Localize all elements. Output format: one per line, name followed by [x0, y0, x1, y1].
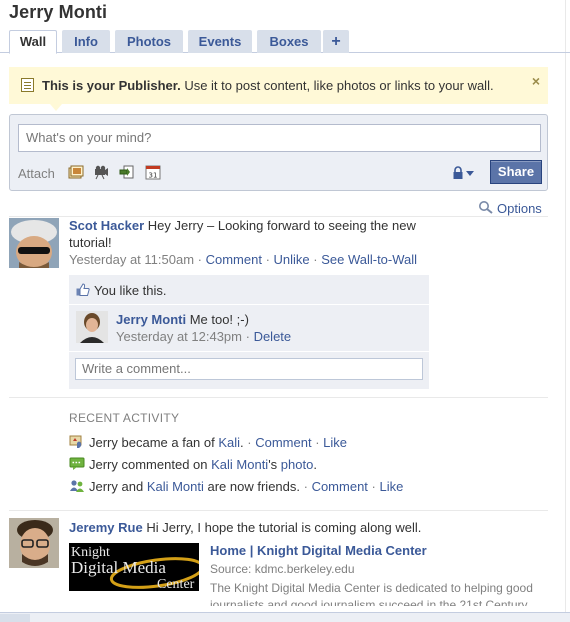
- notice-pointer: [50, 104, 62, 111]
- publisher-notice-text: This is your Publisher. Use it to post c…: [42, 78, 494, 93]
- note-icon: [21, 78, 34, 92]
- add-tab-button[interactable]: +: [323, 30, 349, 53]
- comment-time: Yesterday at 12:43pm: [116, 329, 242, 344]
- post-body: Jeremy Rue Hi Jerry, I hope the tutorial…: [69, 519, 549, 536]
- comment-item: Jerry Monti Me too! ;-) Yesterday at 12:…: [69, 305, 429, 351]
- avatar[interactable]: [76, 311, 108, 343]
- magnifier-icon: [479, 201, 493, 214]
- meta-sep: ·: [300, 479, 312, 494]
- tab-boxes[interactable]: Boxes: [257, 30, 321, 53]
- comment-link[interactable]: Comment: [255, 435, 311, 450]
- link-thumbnail[interactable]: Knight Digital Media Center: [69, 543, 199, 591]
- comment-input[interactable]: Write a comment...: [75, 358, 423, 380]
- activity-text: are now friends.: [203, 479, 301, 494]
- attach-label: Attach: [18, 166, 55, 181]
- share-button[interactable]: Share: [490, 160, 542, 184]
- avatar[interactable]: [9, 218, 59, 268]
- publisher-notice: This is your Publisher. Use it to post c…: [9, 67, 548, 104]
- page-edge-divider: [565, 0, 566, 612]
- kdmc-logo-line3: Center: [157, 577, 195, 591]
- story-separator: [9, 397, 548, 398]
- publisher-notice-body: Use it to post content, like photos or l…: [180, 78, 494, 93]
- photo-icon[interactable]: [68, 165, 84, 180]
- comment-body: Jerry Monti Me too! ;-): [116, 312, 249, 327]
- activity-text: Jerry commented on: [89, 457, 212, 472]
- post-text-line1: Hey Jerry – Looking forward to seeing th…: [144, 218, 416, 233]
- kdmc-logo-line2: Digital Media: [71, 558, 166, 577]
- meta-sep: ·: [309, 252, 322, 267]
- activity-item: Jerry commented on Kali Monti's photo.: [69, 457, 317, 472]
- kdmc-logo: Knight Digital Media Center: [69, 543, 199, 591]
- delete-link[interactable]: Delete: [254, 329, 292, 344]
- bottom-chat-bar: [0, 612, 570, 622]
- meta-sep: ·: [194, 252, 206, 267]
- post-body: Scot Hacker Hey Jerry – Looking forward …: [69, 217, 449, 251]
- post-time: Yesterday at 11:50am: [69, 252, 195, 267]
- shared-link-title[interactable]: Home | Knight Digital Media Center: [210, 543, 427, 558]
- like-link[interactable]: Like: [379, 479, 403, 494]
- avatar[interactable]: [9, 518, 59, 568]
- event-icon-day: 31: [149, 172, 158, 180]
- scot-hacker-photo: [9, 218, 59, 268]
- jeremy-rue-photo: [9, 518, 59, 568]
- post-author-link[interactable]: Scot Hacker: [69, 218, 144, 233]
- comment-meta: Yesterday at 12:43pm · Delete: [116, 329, 291, 344]
- comment-author-link[interactable]: Jerry Monti: [116, 312, 186, 327]
- thumbs-up-icon: [76, 283, 90, 296]
- tab-photos[interactable]: Photos: [115, 30, 183, 53]
- status-input[interactable]: What's on your mind?: [18, 124, 541, 152]
- meta-sep: ·: [311, 435, 324, 450]
- activity-item: Jerry became a fan of Kali. · Comment · …: [69, 435, 347, 450]
- post-author-link[interactable]: Jeremy Rue: [69, 520, 143, 535]
- meta-sep: ·: [367, 479, 380, 494]
- likes-text: You like this.: [94, 283, 167, 298]
- options-link[interactable]: Options: [497, 201, 542, 216]
- recent-activity-heading: RECENT ACTIVITY: [69, 411, 180, 425]
- tab-events[interactable]: Events: [188, 30, 252, 53]
- shared-link-source: Source: kdmc.berkeley.edu: [210, 562, 355, 576]
- shared-link-description: The Knight Digital Media Center is dedic…: [210, 581, 533, 606]
- activity-text: Jerry and: [89, 479, 147, 494]
- post-meta: Yesterday at 11:50am · Comment · Unlike …: [69, 252, 417, 267]
- comment-link[interactable]: Comment: [206, 252, 262, 267]
- privacy-lock-icon[interactable]: [452, 166, 476, 180]
- kali-monti-link[interactable]: Kali Monti: [211, 457, 268, 472]
- activity-text: Jerry became a fan of: [89, 435, 219, 450]
- story-separator: [9, 510, 548, 511]
- kali-link[interactable]: Kali: [218, 435, 240, 450]
- like-link[interactable]: Like: [323, 435, 347, 450]
- link-icon[interactable]: [119, 165, 135, 180]
- meta-sep: ·: [261, 252, 274, 267]
- unlike-link[interactable]: Unlike: [274, 252, 310, 267]
- bottom-bar-tab[interactable]: [0, 614, 30, 622]
- comment-link[interactable]: Comment: [312, 479, 368, 494]
- activity-item: Jerry and Kali Monti are now friends. · …: [69, 479, 403, 494]
- tab-wall[interactable]: Wall: [9, 30, 57, 54]
- video-icon[interactable]: [93, 165, 109, 180]
- publisher-notice-bold: This is your Publisher.: [42, 78, 181, 93]
- wall-to-wall-link[interactable]: See Wall-to-Wall: [321, 252, 417, 267]
- event-icon[interactable]: 31: [145, 165, 161, 180]
- meta-sep: ·: [243, 435, 256, 450]
- jerry-monti-photo: [76, 311, 108, 343]
- friends-icon: [70, 480, 84, 492]
- activity-text: .: [313, 457, 317, 472]
- profile-tabs: Wall Info Photos Events Boxes +: [0, 30, 570, 54]
- comment-bubble-icon: [69, 457, 85, 470]
- kali-monti-link[interactable]: Kali Monti: [147, 479, 204, 494]
- post-text: Hi Jerry, I hope the tutorial is coming …: [142, 520, 422, 535]
- photo-link[interactable]: photo: [281, 457, 314, 472]
- publisher-box: What's on your mind? Attach 31 Share: [9, 114, 548, 191]
- activity-text: 's: [268, 457, 281, 472]
- post-text-line2: tutorial!: [69, 235, 112, 250]
- close-icon[interactable]: ×: [532, 73, 540, 89]
- tab-info[interactable]: Info: [62, 30, 110, 53]
- likes-box: You like this.: [69, 275, 429, 304]
- comment-text: Me too! ;-): [186, 312, 249, 327]
- fan-icon: [69, 435, 82, 448]
- profile-name: Jerry Monti: [9, 2, 108, 22]
- meta-sep: ·: [242, 329, 254, 344]
- write-comment-box: Write a comment...: [69, 352, 429, 389]
